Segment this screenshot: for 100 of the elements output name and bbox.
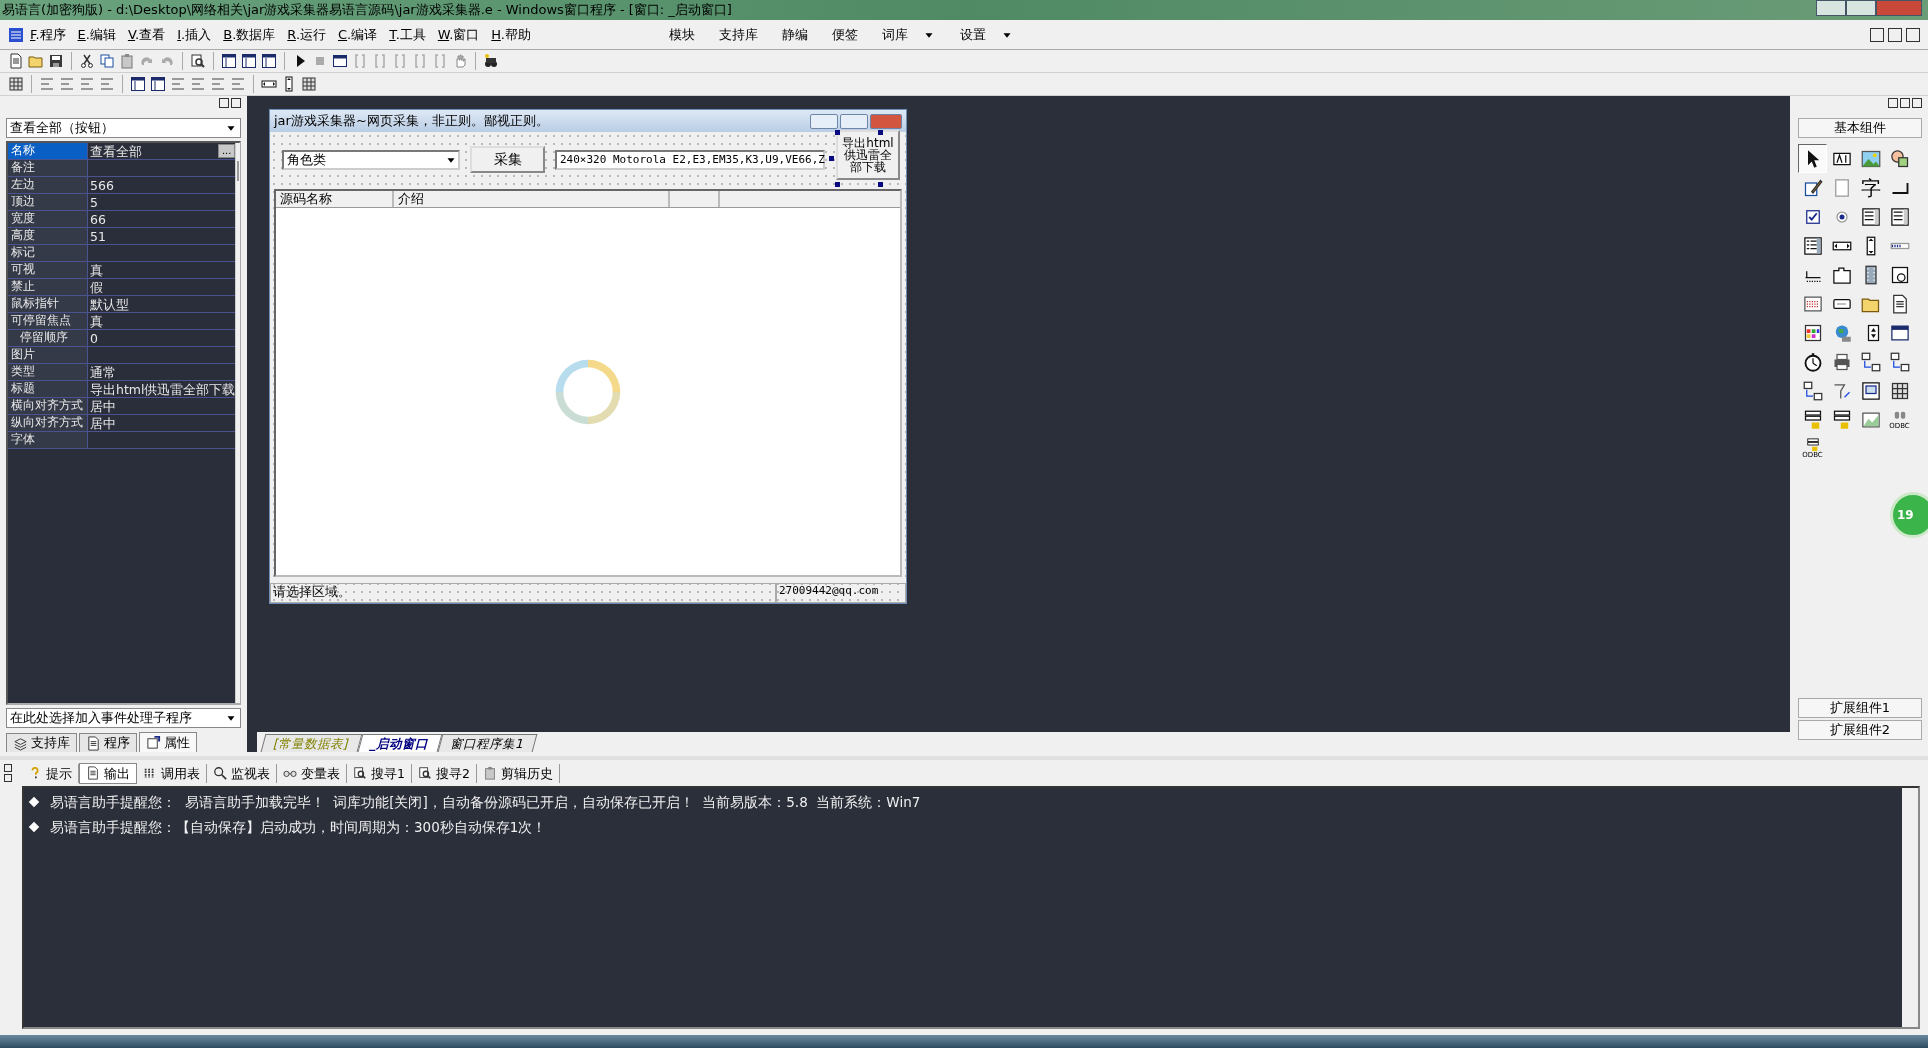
document-icon[interactable]: [8, 53, 24, 69]
restore-button[interactable]: [1846, 0, 1876, 16]
panel-tab[interactable]: 支持库: [6, 733, 77, 752]
property-name[interactable]: 禁止: [8, 279, 88, 295]
window-icon[interactable]: [332, 53, 348, 69]
property-name[interactable]: 标记: [8, 245, 88, 261]
close-button[interactable]: [231, 98, 241, 108]
preview-icon[interactable]: [190, 53, 206, 69]
panel-tab[interactable]: 程序: [79, 733, 137, 752]
layout-icon[interactable]: [130, 76, 146, 92]
menu-item[interactable]: I.插入: [171, 26, 218, 43]
restore-button[interactable]: [1900, 98, 1910, 108]
close-button[interactable]: [1906, 27, 1920, 42]
property-value[interactable]: 51: [90, 228, 106, 244]
property-name[interactable]: 名称: [8, 143, 88, 159]
property-name[interactable]: 高度: [8, 228, 88, 244]
selection-handle[interactable]: [878, 182, 883, 187]
menu-item[interactable]: R.运行: [281, 26, 332, 43]
menu-item[interactable]: F.程序: [24, 26, 72, 43]
property-name[interactable]: 宽度: [8, 211, 88, 227]
property-name[interactable]: 标题: [8, 381, 88, 397]
tool-button[interactable]: 字: [1856, 173, 1885, 202]
property-name[interactable]: 图片: [8, 347, 88, 363]
property-value[interactable]: 真: [90, 262, 103, 278]
property-name[interactable]: 字体: [8, 432, 88, 448]
property-value[interactable]: 默认型: [90, 296, 129, 312]
binoculars-icon[interactable]: [483, 53, 499, 69]
menu-item[interactable]: W.窗口: [431, 26, 486, 43]
property-value[interactable]: 查看全部: [90, 143, 142, 159]
menu-item[interactable]: H.帮助: [485, 26, 537, 43]
selection-handle[interactable]: [835, 182, 840, 187]
property-name[interactable]: 可视: [8, 262, 88, 278]
output-tab[interactable]: 调用表: [137, 763, 207, 783]
property-value[interactable]: 假: [90, 279, 103, 295]
menu-item[interactable]: 词库: [870, 26, 948, 43]
grid-icon[interactable]: [8, 76, 24, 92]
output-tab[interactable]: 搜寻2: [411, 763, 477, 783]
menu-item[interactable]: T.工具: [383, 26, 432, 43]
property-value[interactable]: 居中: [90, 398, 116, 414]
object-dropdown[interactable]: 查看全部（按钮）: [6, 118, 241, 138]
output-tab[interactable]: 搜寻1: [347, 763, 412, 783]
menu-item[interactable]: 设置: [948, 26, 1026, 43]
minimize-button[interactable]: [1816, 0, 1846, 16]
output-tab[interactable]: 变量表: [277, 763, 347, 783]
close-button[interactable]: [1912, 98, 1922, 108]
close-button[interactable]: [4, 764, 12, 772]
property-name[interactable]: 左边: [8, 177, 88, 193]
ellipsis-button[interactable]: ...: [217, 144, 236, 158]
menu-item[interactable]: 模块: [657, 26, 707, 43]
menu-item[interactable]: C.编译: [332, 26, 384, 43]
property-value[interactable]: 566: [90, 177, 114, 193]
collect-button[interactable]: 采集: [470, 146, 545, 173]
maximize-button[interactable]: [840, 113, 868, 129]
model-dropdown[interactable]: 240×320 Motorola E2,E3,EM35,K3,U9,VE66,Z: [555, 149, 825, 170]
event-dropdown[interactable]: 在此处选择加入事件处理子程序: [6, 708, 241, 728]
scrollbar[interactable]: [1902, 788, 1918, 1027]
editor-tab[interactable]: 窗口程序集1: [437, 734, 538, 752]
property-value[interactable]: 5: [90, 194, 98, 210]
restore-button[interactable]: [219, 98, 229, 108]
save-icon[interactable]: [48, 53, 64, 69]
minimize-button[interactable]: [1870, 27, 1884, 42]
copy-icon[interactable]: [99, 53, 115, 69]
clipboard-icon[interactable]: [119, 53, 135, 69]
layout-icon[interactable]: [241, 53, 257, 69]
property-value[interactable]: 居中: [90, 415, 116, 431]
toolbox-header[interactable]: 基本组件: [1798, 118, 1922, 138]
menu-item[interactable]: V.查看: [121, 26, 172, 43]
column-header[interactable]: 源码名称: [276, 191, 394, 207]
layout-icon[interactable]: [221, 53, 237, 69]
property-value[interactable]: 真: [90, 313, 103, 329]
column-header[interactable]: 介绍: [394, 191, 670, 207]
menu-item[interactable]: 支持库: [707, 26, 770, 43]
layout-icon[interactable]: [261, 53, 277, 69]
selection-handle[interactable]: [835, 130, 840, 135]
panel-tab[interactable]: 属性: [139, 732, 197, 752]
restore-button[interactable]: [1888, 27, 1902, 42]
editor-tab[interactable]: _启动窗口: [357, 734, 443, 752]
output-tab[interactable]: 剪辑历史: [476, 763, 560, 783]
selection-handle[interactable]: [829, 156, 834, 161]
editor-tab[interactable]: [常量数据表]: [260, 734, 363, 752]
category-dropdown[interactable]: 角色类: [282, 149, 460, 170]
menu-item[interactable]: 便签: [820, 26, 870, 43]
property-name[interactable]: 横向对齐方式: [8, 398, 88, 414]
property-name[interactable]: 纵向对齐方式: [8, 415, 88, 431]
property-name[interactable]: 停留顺序: [8, 330, 88, 346]
layout-icon[interactable]: [150, 76, 166, 92]
scrollbar[interactable]: [235, 143, 241, 703]
property-name[interactable]: 鼠标指针: [8, 296, 88, 312]
property-value[interactable]: 0: [90, 330, 98, 346]
property-name[interactable]: 备注: [8, 160, 88, 176]
property-value[interactable]: 66: [90, 211, 106, 227]
selection-handle[interactable]: [878, 130, 883, 135]
menu-item[interactable]: 静编: [770, 26, 820, 43]
property-name[interactable]: 顶边: [8, 194, 88, 210]
output-tab[interactable]: 监视表: [207, 763, 277, 783]
export-button[interactable]: 导出html供迅雷全部下载: [836, 130, 900, 180]
property-value[interactable]: 导出html供迅雷全部下载: [90, 381, 236, 397]
group-button[interactable]: 扩展组件2: [1798, 720, 1922, 740]
scissors-icon[interactable]: [79, 53, 95, 69]
property-value[interactable]: 通常: [90, 364, 116, 380]
